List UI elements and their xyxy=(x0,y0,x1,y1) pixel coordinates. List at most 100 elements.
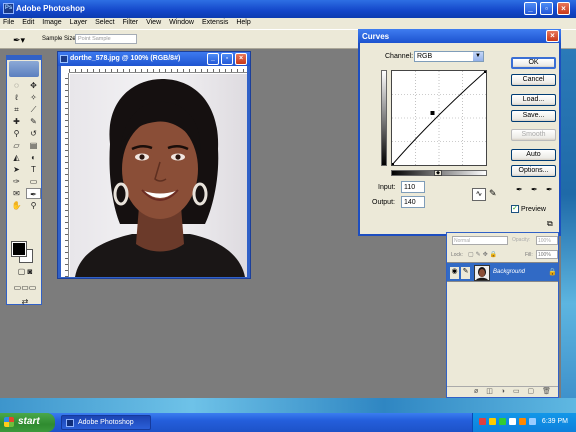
portrait-photo[interactable] xyxy=(70,74,247,277)
lasso-tool-icon[interactable]: ℓ xyxy=(9,92,24,103)
save-button[interactable]: Save... xyxy=(511,110,556,122)
menu-window[interactable]: Window xyxy=(166,18,197,26)
menu-bar: File Edit Image Layer Select Filter View… xyxy=(0,18,576,29)
layer-thumbnail xyxy=(474,265,490,281)
lock-options-icon[interactable]: ▢✎✥🔒 xyxy=(468,251,499,258)
brush-tool-icon[interactable]: ✎ xyxy=(26,116,41,127)
foreground-color-swatch[interactable] xyxy=(11,241,27,257)
tray-display-icon[interactable] xyxy=(529,418,536,425)
doc-minimize-icon[interactable]: _ xyxy=(207,53,219,65)
quick-mask-icon[interactable]: ▢ ◙ xyxy=(11,266,39,277)
hand-tool-icon[interactable]: ✋ xyxy=(9,200,24,211)
magic-wand-icon[interactable]: ✧ xyxy=(26,92,41,103)
curves-graph[interactable] xyxy=(391,70,487,166)
pen-tool-icon[interactable]: ✑ xyxy=(9,176,24,187)
preview-checkbox[interactable]: ✓ xyxy=(511,205,519,213)
marquee-tool-icon[interactable]: ◌ xyxy=(9,80,24,91)
restore-icon[interactable]: ▫ xyxy=(540,2,553,15)
taskbar-item-photoshop[interactable]: Adobe Photoshop xyxy=(61,415,151,430)
lock-icon: 🔒 xyxy=(548,269,557,276)
curves-close-icon[interactable]: × xyxy=(546,30,559,42)
curve-mode-icon[interactable]: ∿ xyxy=(472,188,486,201)
menu-layer[interactable]: Layer xyxy=(67,18,91,26)
healing-brush-icon[interactable]: ✚ xyxy=(9,116,24,127)
channel-select[interactable]: RGB ▼ xyxy=(414,51,484,62)
input-gradient-bar[interactable]: ◆ xyxy=(391,170,487,176)
layer-actions-icons[interactable]: ø ◫ ◑ ▭ ▢ 🗑 xyxy=(474,388,554,395)
tray-update-icon[interactable] xyxy=(519,418,526,425)
eraser-tool-icon[interactable]: ▱ xyxy=(9,140,24,151)
tray-security-icon[interactable] xyxy=(479,418,486,425)
gradient-tool-icon[interactable]: ▤ xyxy=(26,140,41,151)
move-tool-icon[interactable]: ✥ xyxy=(26,80,41,91)
clone-stamp-icon[interactable]: ⚲ xyxy=(9,128,24,139)
load-button[interactable]: Load... xyxy=(511,94,556,106)
menu-view[interactable]: View xyxy=(143,18,164,26)
clock[interactable]: 6:39 PM xyxy=(542,418,568,425)
auto-button[interactable]: Auto xyxy=(511,149,556,161)
tray-network-icon[interactable] xyxy=(499,418,506,425)
tray-volume-icon[interactable] xyxy=(509,418,516,425)
crop-tool-icon[interactable]: ⌗ xyxy=(9,104,24,115)
layer-row-background[interactable]: ◉ ✎ Background 🔒 xyxy=(447,262,558,282)
menu-select[interactable]: Select xyxy=(92,18,117,26)
menu-help[interactable]: Help xyxy=(233,18,253,26)
document-window: dorthe_578.jpg @ 100% (RGB/8#) _ ▫ × xyxy=(57,51,251,279)
toolbox-logo[interactable] xyxy=(9,61,39,77)
close-icon[interactable]: × xyxy=(557,2,570,15)
app-title-bar: Ps Adobe Photoshop _ ▫ × xyxy=(0,0,576,18)
gray-point-eyedropper-icon[interactable]: ✒ xyxy=(531,185,538,194)
expand-dialog-icon[interactable]: ⧉ xyxy=(547,219,553,229)
path-select-icon[interactable]: ➤ xyxy=(9,164,24,175)
opacity-field[interactable]: 100% xyxy=(536,236,558,245)
blur-tool-icon[interactable]: ◭ xyxy=(9,152,24,163)
output-field[interactable]: 140 xyxy=(401,196,425,208)
notes-tool-icon[interactable]: ✉ xyxy=(9,188,24,199)
screen-mode-icon[interactable]: ▭▭▭ xyxy=(11,282,39,293)
type-tool-icon[interactable]: T xyxy=(26,164,41,175)
toolbox: ◌ ✥ ℓ ✧ ⌗ ⟋ ✚ ✎ ⚲ ↺ ▱ ▤ ◭ ◐ ➤ T ✑ ▭ ✉ ✒ … xyxy=(6,55,42,307)
layers-palette: Normal Opacity: 100% Lock: ▢✎✥🔒 Fill: 10… xyxy=(446,232,559,398)
eyedropper-tool-preset-icon[interactable]: ✒▾ xyxy=(13,35,25,46)
curves-title-bar[interactable]: Curves xyxy=(358,29,561,43)
black-point-eyedropper-icon[interactable]: ✒ xyxy=(516,185,523,194)
sample-size-select[interactable]: Point Sample xyxy=(75,34,137,44)
white-point-eyedropper-icon[interactable]: ✒ xyxy=(546,185,553,194)
start-button[interactable]: start xyxy=(0,413,55,432)
menu-extensis[interactable]: Extensis xyxy=(199,18,231,26)
jump-to-imageready-icon[interactable]: ⇄ xyxy=(11,296,39,307)
document-canvas[interactable] xyxy=(61,66,247,277)
dodge-tool-icon[interactable]: ◐ xyxy=(26,152,41,163)
eyedropper-tool-icon[interactable]: ✒ xyxy=(26,188,41,199)
smooth-button[interactable]: Smooth xyxy=(511,129,556,141)
photoshop-app-icon: Ps xyxy=(3,3,14,14)
ok-button[interactable]: OK xyxy=(511,57,556,69)
fill-value: 100% xyxy=(538,252,551,258)
minimize-icon[interactable]: _ xyxy=(524,2,537,15)
menu-edit[interactable]: Edit xyxy=(19,18,37,26)
menu-file[interactable]: File xyxy=(0,18,17,26)
fill-field[interactable]: 100% xyxy=(536,250,558,259)
history-brush-icon[interactable]: ↺ xyxy=(26,128,41,139)
cancel-button[interactable]: Cancel xyxy=(511,74,556,86)
input-field[interactable]: 110 xyxy=(401,181,425,193)
doc-close-icon[interactable]: × xyxy=(235,53,247,65)
layer-name: Background xyxy=(493,269,526,275)
menu-filter[interactable]: Filter xyxy=(120,18,142,26)
blend-mode-select[interactable]: Normal xyxy=(452,236,508,245)
doc-maximize-icon[interactable]: ▫ xyxy=(221,53,233,65)
slice-tool-icon[interactable]: ⟋ xyxy=(26,104,41,115)
output-gradient-bar xyxy=(381,70,387,166)
chevron-down-icon: ▼ xyxy=(473,52,483,61)
options-button[interactable]: Options... xyxy=(511,165,556,177)
curve-control-point[interactable] xyxy=(430,111,435,115)
menu-image[interactable]: Image xyxy=(39,18,64,26)
eye-visibility-icon[interactable]: ◉ xyxy=(450,267,459,279)
brush-link-icon[interactable]: ✎ xyxy=(461,267,470,279)
zoom-tool-icon[interactable]: ⚲ xyxy=(26,200,41,211)
pencil-mode-icon[interactable]: ✎ xyxy=(489,188,497,199)
gradient-toggle-icon[interactable]: ◆ xyxy=(434,170,442,176)
shape-tool-icon[interactable]: ▭ xyxy=(26,176,41,187)
curves-title: Curves xyxy=(362,32,390,41)
tray-messenger-icon[interactable] xyxy=(489,418,496,425)
